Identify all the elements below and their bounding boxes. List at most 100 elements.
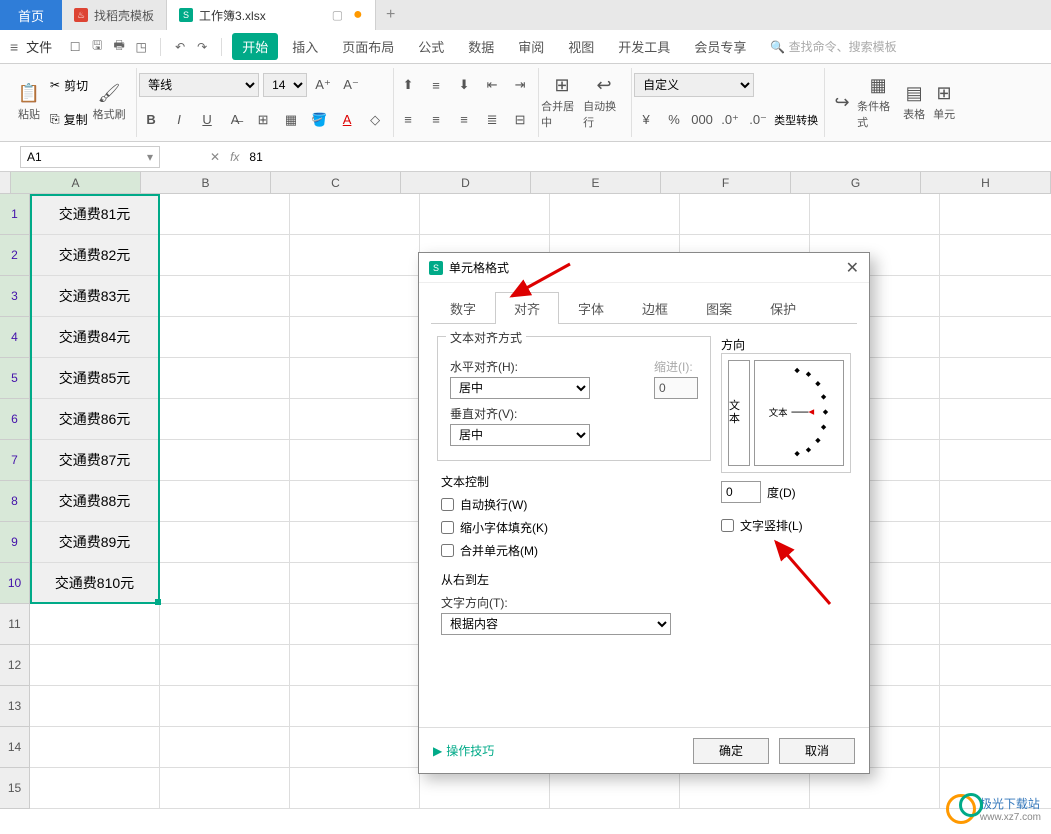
dialog-tab-border[interactable]: 边框 (623, 292, 687, 324)
h-align-select[interactable]: 居中 (450, 377, 590, 399)
increase-font-icon[interactable]: A⁺ (311, 73, 335, 97)
indent-inc-icon[interactable]: ⇥ (508, 73, 532, 97)
dialog-tab-font[interactable]: 字体 (559, 292, 623, 324)
merge-checkbox[interactable] (441, 544, 454, 557)
indent-dec-icon[interactable]: ⇤ (480, 73, 504, 97)
dialog-tab-protect[interactable]: 保护 (751, 292, 815, 324)
percent-icon[interactable]: % (662, 108, 686, 132)
scissors-icon[interactable]: ✂ (50, 78, 60, 92)
degree-spinner[interactable] (721, 481, 761, 503)
undo-icon[interactable]: ↶ (171, 38, 189, 56)
row-header[interactable]: 11 (0, 604, 30, 645)
align-center-icon[interactable]: ≡ (424, 108, 448, 132)
search-input[interactable]: 🔍 查找命令、搜索模板 (770, 38, 896, 55)
close-icon[interactable]: ✕ (846, 258, 859, 278)
cell[interactable]: 交通费810元 (30, 563, 160, 604)
strike-icon[interactable]: A̶ (223, 108, 247, 132)
cell[interactable] (940, 358, 1051, 399)
dialog-titlebar[interactable]: S 单元格格式 ✕ (419, 253, 869, 283)
cell[interactable] (940, 481, 1051, 522)
tables-button[interactable]: ▤表格 (899, 68, 929, 137)
dec-dec-icon[interactable]: .0⁻ (746, 108, 770, 132)
cell[interactable] (160, 481, 290, 522)
cell[interactable] (290, 276, 420, 317)
row-header[interactable]: 15 (0, 768, 30, 809)
copy-label[interactable]: 复制 (64, 111, 88, 128)
menu-formula[interactable]: 公式 (408, 33, 454, 60)
row-header[interactable]: 6 (0, 399, 30, 440)
cell[interactable] (940, 317, 1051, 358)
cell[interactable]: 交通费81元 (30, 194, 160, 235)
cell[interactable] (420, 194, 550, 235)
col-header[interactable]: C (271, 172, 401, 194)
thousands-icon[interactable]: 000 (690, 108, 714, 132)
name-box[interactable]: A1 ▾ (20, 146, 160, 168)
cell[interactable]: 交通费83元 (30, 276, 160, 317)
dialog-tab-align[interactable]: 对齐 (495, 292, 559, 324)
cell[interactable] (160, 522, 290, 563)
cell[interactable] (550, 194, 680, 235)
cell[interactable] (290, 399, 420, 440)
format-painter-button[interactable]: 🖌格式刷 (88, 68, 130, 137)
italic-icon[interactable]: I (167, 108, 191, 132)
cell[interactable] (550, 768, 680, 809)
print-icon[interactable]: 🖶 (110, 38, 128, 56)
cancel-button[interactable]: 取消 (779, 738, 855, 764)
cell[interactable] (940, 194, 1051, 235)
fx-icon[interactable]: fx (230, 150, 239, 164)
row-header[interactable]: 1 (0, 194, 30, 235)
preview-icon[interactable]: ◳ (132, 38, 150, 56)
cell[interactable] (940, 440, 1051, 481)
cell[interactable] (290, 235, 420, 276)
cell[interactable] (160, 276, 290, 317)
cell[interactable] (810, 768, 940, 809)
hamburger-icon[interactable]: ≡ (10, 39, 18, 55)
cell[interactable] (160, 563, 290, 604)
redo-icon[interactable]: ↷ (193, 38, 211, 56)
cell[interactable] (290, 727, 420, 768)
wrap-checkbox[interactable] (441, 498, 454, 511)
row-header[interactable]: 13 (0, 686, 30, 727)
cell[interactable] (30, 727, 160, 768)
bold-icon[interactable]: B (139, 108, 163, 132)
cell[interactable]: 交通费85元 (30, 358, 160, 399)
align-right-icon[interactable]: ≡ (452, 108, 476, 132)
tab-home[interactable]: 首页 (0, 0, 62, 30)
align-left-icon[interactable]: ≡ (396, 108, 420, 132)
col-header[interactable]: H (921, 172, 1051, 194)
cell[interactable]: 交通费84元 (30, 317, 160, 358)
col-header[interactable]: A (11, 172, 141, 194)
cell[interactable]: 交通费89元 (30, 522, 160, 563)
save-as-icon[interactable]: 🖫 (88, 38, 106, 56)
menu-vip[interactable]: 会员专享 (684, 33, 756, 60)
dialog-tab-pattern[interactable]: 图案 (687, 292, 751, 324)
cell[interactable] (680, 768, 810, 809)
cell[interactable] (290, 317, 420, 358)
menu-insert[interactable]: 插入 (282, 33, 328, 60)
font-size-select[interactable]: 14 (263, 73, 307, 97)
row-header[interactable]: 3 (0, 276, 30, 317)
font-color-icon[interactable]: A (335, 108, 359, 132)
cell[interactable] (940, 276, 1051, 317)
cell[interactable] (160, 194, 290, 235)
col-header[interactable]: E (531, 172, 661, 194)
cell[interactable] (30, 645, 160, 686)
autofilter-button[interactable]: ↪ (827, 68, 857, 137)
row-header[interactable]: 4 (0, 317, 30, 358)
menu-data[interactable]: 数据 (458, 33, 504, 60)
tab-add[interactable]: + (376, 0, 406, 30)
col-header[interactable]: B (141, 172, 271, 194)
cell[interactable] (30, 768, 160, 809)
menu-dev[interactable]: 开发工具 (608, 33, 680, 60)
cell[interactable] (680, 194, 810, 235)
border-icon[interactable]: ⊞ (251, 108, 275, 132)
cell-style-icon[interactable]: ▦ (279, 108, 303, 132)
align-bottom-icon[interactable]: ⬇ (452, 73, 476, 97)
menu-file[interactable]: 文件 (26, 37, 52, 56)
indent-spinner[interactable] (654, 377, 698, 399)
cell[interactable] (940, 235, 1051, 276)
row-header[interactable]: 10 (0, 563, 30, 604)
tab-template[interactable]: ♨ 找稻壳模板 (62, 0, 167, 30)
cell[interactable] (160, 399, 290, 440)
cell[interactable] (290, 522, 420, 563)
